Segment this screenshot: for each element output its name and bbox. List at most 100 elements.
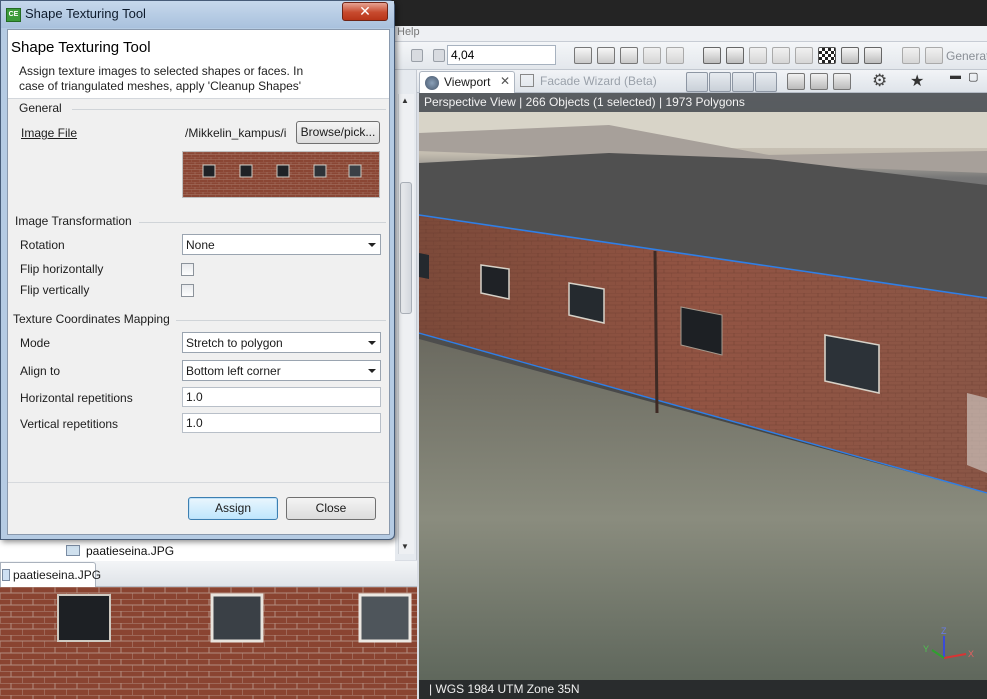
shape-texturing-dialog: CE Shape Texturing Tool ✕ Shape Texturin… [0, 0, 395, 540]
image-file-path: /Mikkelin_kampus/i [185, 126, 287, 140]
close-button[interactable]: Close [286, 497, 376, 520]
chevron-down-icon [368, 369, 376, 373]
horizontal-repetitions-input[interactable]: 1.0 [182, 387, 381, 407]
texture-preview-image [0, 587, 417, 699]
draw-rectangle-icon[interactable] [597, 47, 615, 64]
align-to-select[interactable]: Bottom left corner [182, 360, 381, 381]
navigator-list [0, 538, 395, 561]
bookmark-icon[interactable] [787, 73, 805, 90]
viewport-icon [425, 76, 439, 90]
generate-button-label[interactable]: Generat [946, 49, 987, 63]
image-file-thumbnail [182, 151, 380, 198]
textured-mode-icon[interactable] [732, 72, 754, 92]
menu-help[interactable]: Help [397, 26, 420, 38]
close-tab-icon[interactable]: ✕ [500, 74, 510, 88]
facade-wizard-icon [520, 74, 534, 87]
rotation-select-value: None [186, 238, 215, 252]
box-open-icon[interactable] [726, 47, 744, 64]
chevron-down-icon [368, 341, 376, 345]
flip-horizontally-label: Flip horizontally [20, 262, 104, 276]
flip-vertically-checkbox[interactable] [181, 284, 194, 297]
axis-y-label: Y [923, 644, 929, 654]
tab-facade-label: Facade Wizard (Beta) [540, 74, 657, 88]
tab-viewport[interactable]: Viewport ✕ [419, 71, 515, 93]
tab-facade-wizard[interactable]: Facade Wizard (Beta) [520, 74, 657, 88]
lock-icon[interactable] [433, 49, 445, 62]
axis-x-label: X [968, 649, 974, 659]
group-divider [72, 109, 386, 110]
horizontal-repetitions-label: Horizontal repetitions [20, 391, 133, 405]
tab-image-preview-label: paatieseina.JPG [13, 568, 102, 582]
cityengine-icon: CE [6, 8, 21, 22]
scene-render [419, 112, 987, 699]
assign-button[interactable]: Assign [188, 497, 278, 520]
push-pull-icon[interactable] [666, 47, 684, 64]
navigator-scrollbar[interactable]: ▲ ▼ [398, 94, 414, 554]
box-icon[interactable] [703, 47, 721, 64]
align-to-label: Align to [20, 364, 61, 378]
frame-selection-icon[interactable] [810, 73, 828, 90]
group-mapping-title: Texture Coordinates Mapping [13, 312, 170, 326]
align-vertical-icon[interactable] [772, 47, 790, 64]
dialog-body: Shape Texturing Tool Assign texture imag… [7, 29, 390, 535]
generate-model-icon[interactable] [902, 47, 920, 64]
mode-label: Mode [20, 336, 51, 350]
scroll-down-arrow-icon[interactable]: ▼ [401, 542, 409, 551]
camera-icon[interactable] [833, 73, 851, 90]
axis-z-label: Z [941, 626, 947, 636]
image-file-icon [2, 569, 10, 581]
mode-select[interactable]: Stretch to polygon [182, 332, 381, 353]
axis-gizmo: Z X Y [923, 626, 974, 659]
rotation-label: Rotation [20, 238, 65, 252]
edit-shape-icon[interactable] [643, 47, 661, 64]
button-bar-divider [8, 482, 389, 483]
star-icon[interactable]: ★ [910, 71, 924, 91]
cleanup-icon[interactable] [864, 47, 882, 64]
draw-circle-icon[interactable] [620, 47, 638, 64]
texture-checker-icon[interactable] [818, 47, 836, 64]
zoom-input[interactable] [447, 45, 556, 65]
menu-bar: Help [395, 26, 987, 42]
viewport-info-bar: Perspective View | 266 Objects (1 select… [419, 93, 987, 112]
vertical-repetitions-input[interactable]: 1.0 [182, 413, 381, 433]
viewport-status-bar: | WGS 1984 UTM Zone 35N [419, 680, 987, 699]
scrollbar-thumb[interactable] [400, 182, 412, 314]
group-transformation-title: Image Transformation [15, 214, 132, 228]
shaded-mode-icon[interactable] [709, 72, 731, 92]
dialog-heading: Shape Texturing Tool [11, 39, 151, 56]
dialog-titlebar[interactable]: CE Shape Texturing Tool ✕ [1, 1, 394, 28]
scroll-up-arrow-icon[interactable]: ▲ [401, 96, 409, 105]
mode-select-value: Stretch to polygon [186, 336, 283, 350]
merge-icon[interactable] [795, 47, 813, 64]
close-icon[interactable]: ✕ [342, 2, 388, 21]
dialog-description: Assign texture images to selected shapes… [19, 64, 304, 93]
wireframe-mode-icon[interactable] [686, 72, 708, 92]
tab-viewport-label: Viewport [444, 75, 491, 89]
generate-icon[interactable] [925, 47, 943, 64]
image-file-link[interactable]: Image File [21, 126, 77, 140]
viewport-canvas[interactable] [419, 93, 987, 699]
group-divider [139, 222, 386, 223]
gear-icon[interactable]: ⚙ [872, 71, 887, 91]
align-to-select-value: Bottom left corner [186, 364, 281, 378]
rotation-select[interactable]: None [182, 234, 381, 255]
group-divider [176, 320, 386, 321]
align-icon[interactable] [749, 47, 767, 64]
image-file-icon [66, 545, 80, 556]
dialog-window-title: Shape Texturing Tool [25, 6, 146, 21]
vertical-repetitions-label: Vertical repetitions [20, 417, 119, 431]
maximize-icon[interactable]: ▢ [968, 70, 978, 83]
lock-icon[interactable] [411, 49, 423, 62]
tab-image-preview[interactable]: paatieseina.JPG [0, 562, 101, 587]
uv-icon[interactable] [841, 47, 859, 64]
draw-polygon-icon[interactable] [574, 47, 592, 64]
flip-horizontally-checkbox[interactable] [181, 263, 194, 276]
minimize-icon[interactable]: ▬ [950, 70, 961, 82]
lighting-mode-icon[interactable] [755, 72, 777, 92]
dialog-header: Shape Texturing Tool Assign texture imag… [8, 30, 389, 99]
browse-button[interactable]: Browse/pick... [296, 121, 380, 144]
chevron-down-icon [368, 243, 376, 247]
list-item-label: paatieseina.JPG [86, 544, 175, 558]
flip-vertically-label: Flip vertically [20, 283, 90, 297]
group-general-title: General [19, 101, 62, 115]
